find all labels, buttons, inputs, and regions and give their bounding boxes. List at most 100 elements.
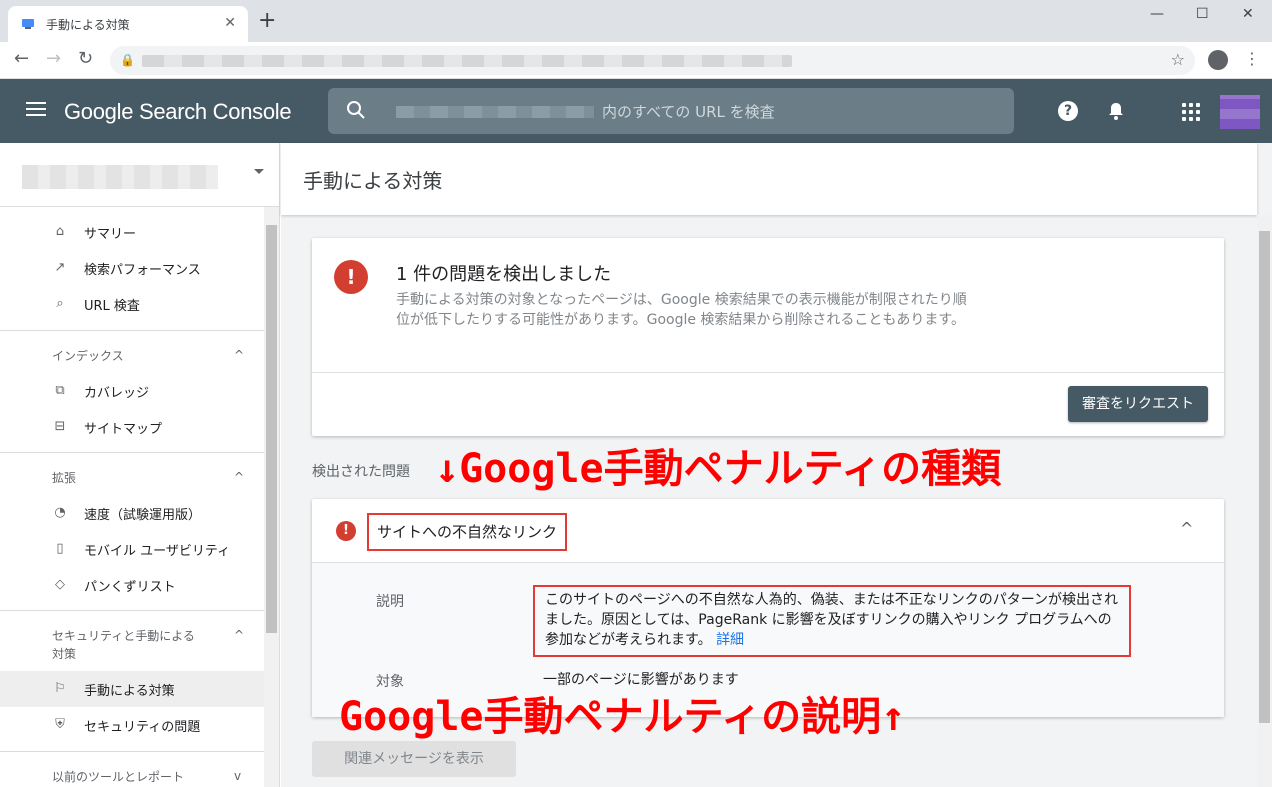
sidebar-item-label: パンくずリスト xyxy=(84,579,176,595)
phone-icon: ▯ xyxy=(56,541,64,556)
sitemap-icon: ⊟ xyxy=(54,419,66,434)
blurred-property-name xyxy=(22,165,218,189)
chevron-up-icon[interactable]: ^ xyxy=(1180,519,1193,538)
chevron-up-icon[interactable]: ^ xyxy=(234,628,244,642)
divider xyxy=(312,372,1224,373)
annotation-penalty-explanation: Google手動ペナルティの説明↑ xyxy=(339,694,906,740)
issue-name: サイトへの不自然なリンク xyxy=(367,513,568,551)
sidebar-item-label: セキュリティの問題 xyxy=(84,719,201,735)
forward-button[interactable]: → xyxy=(46,50,61,68)
sidebar-item-label: URL 検査 xyxy=(84,298,140,314)
detected-issues-label: 検出された問題 xyxy=(312,464,410,480)
blurred-property xyxy=(396,106,594,118)
bookmark-star-icon[interactable]: ☆ xyxy=(1171,50,1185,69)
issue-detail-header[interactable]: ! サイトへの不自然なリンク ^ xyxy=(312,499,1224,563)
page-title: 手動による対策 xyxy=(303,169,443,193)
target-value: 一部のページに影響があります xyxy=(543,672,739,688)
url-inspect-search[interactable]: 内のすべての URL を検査 xyxy=(328,88,1014,134)
maximize-button[interactable]: ☐ xyxy=(1196,6,1209,22)
tab-close-icon[interactable]: ✕ xyxy=(224,15,236,31)
scrollbar-thumb[interactable] xyxy=(1259,231,1270,723)
sidebar-item-performance[interactable]: ↗ 検索パフォーマンス xyxy=(0,250,264,286)
description-label: 説明 xyxy=(376,594,404,610)
main-content: 手動による対策 ! 1 件の問題を検出しました 手動による対策の対象となったペー… xyxy=(281,143,1272,787)
error-icon: ! xyxy=(336,521,356,541)
section-header-index[interactable]: インデックス xyxy=(52,347,252,365)
sidebar-item-url-inspection[interactable]: ⌕ URL 検査 xyxy=(0,286,264,322)
divider xyxy=(0,751,264,752)
chevron-down-icon xyxy=(254,169,264,174)
apps-grid-icon[interactable] xyxy=(1182,103,1200,121)
flag-icon: ⚐ xyxy=(54,681,66,696)
sidebar-item-mobile-usability[interactable]: ▯ モバイル ユーザビリティ xyxy=(0,531,264,567)
search-icon: ⌕ xyxy=(56,296,64,311)
sidebar-item-label: 手動による対策 xyxy=(84,683,175,699)
sidebar-item-summary[interactable]: ⌂ サマリー xyxy=(0,214,264,250)
browser-menu-icon[interactable]: ⋮ xyxy=(1244,49,1260,68)
hamburger-menu-icon[interactable] xyxy=(26,102,46,116)
section-header-legacy[interactable]: 以前のツールとレポート xyxy=(52,768,252,786)
lock-icon: 🔒 xyxy=(120,53,135,67)
sidebar-scrollbar[interactable] xyxy=(264,207,279,787)
profile-avatar-icon[interactable] xyxy=(1208,50,1228,70)
property-selector[interactable] xyxy=(0,143,279,207)
chevron-up-icon[interactable]: ^ xyxy=(234,348,244,362)
sidebar-item-label: モバイル ユーザビリティ xyxy=(84,543,231,559)
back-button[interactable]: ← xyxy=(14,50,29,68)
page-header: 手動による対策 xyxy=(281,143,1257,215)
sidebar-item-sitemaps[interactable]: ⊟ サイトマップ xyxy=(0,409,264,445)
chevron-up-icon[interactable]: ^ xyxy=(234,470,244,484)
scrollbar-thumb[interactable] xyxy=(266,225,277,633)
issue-explanation: このサイトのページへの不自然な人為的、偽装、または不正なリンクのパターンが検出さ… xyxy=(533,585,1131,657)
blurred-url xyxy=(142,55,792,67)
request-review-button[interactable]: 審査をリクエスト xyxy=(1068,386,1208,422)
search-placeholder: 内のすべての URL を検査 xyxy=(602,103,775,121)
sidebar-item-security-issues[interactable]: ⛨ セキュリティの問題 xyxy=(0,707,264,743)
layers-icon: ◇ xyxy=(55,577,65,592)
minimize-button[interactable]: — xyxy=(1150,6,1164,22)
sidebar-item-label: 検索パフォーマンス xyxy=(84,262,201,278)
sidebar-item-speed[interactable]: ◔ 速度（試験運用版） xyxy=(0,495,264,531)
trending-icon: ↗ xyxy=(54,260,66,275)
section-header-enhancements[interactable]: 拡張 xyxy=(52,469,252,487)
app-header: Google Search Console 内のすべての URL を検査 ? xyxy=(0,79,1272,143)
browser-toolbar: ← → ↻ 🔒 ☆ xyxy=(0,42,1272,79)
issue-count-title: 1 件の問題を検出しました xyxy=(396,264,612,285)
notifications-bell-icon[interactable] xyxy=(1106,101,1126,121)
description-text: このサイトのページへの不自然な人為的、偽装、または不正なリンクのパターンが検出さ… xyxy=(545,592,1119,648)
speed-icon: ◔ xyxy=(54,505,66,520)
main-scrollbar[interactable] xyxy=(1257,215,1272,787)
product-logo[interactable]: Google Search Console xyxy=(64,99,292,125)
view-related-messages-button[interactable]: 関連メッセージを表示 xyxy=(312,741,516,777)
new-tab-button[interactable]: + xyxy=(258,10,276,32)
divider xyxy=(0,452,264,453)
window-close-button[interactable]: ✕ xyxy=(1242,6,1254,22)
home-icon: ⌂ xyxy=(55,224,65,239)
learn-more-link[interactable]: 詳細 xyxy=(716,632,744,648)
sidebar-item-breadcrumbs[interactable]: ◇ パンくずリスト xyxy=(0,567,264,603)
shield-icon: ⛨ xyxy=(55,717,65,732)
issue-detail-card: ! サイトへの不自然なリンク ^ 説明 このサイトのページへの不自然な人為的、偽… xyxy=(312,499,1224,717)
target-label: 対象 xyxy=(376,674,404,690)
sidebar-item-label: サイトマップ xyxy=(84,421,163,437)
help-icon[interactable]: ? xyxy=(1058,101,1078,121)
address-bar[interactable]: 🔒 ☆ xyxy=(110,46,1195,75)
browser-tab-title: 手動による対策 xyxy=(46,17,130,32)
sidebar-item-label: サマリー xyxy=(84,226,137,242)
divider xyxy=(0,610,264,611)
search-console-favicon-icon xyxy=(20,16,36,32)
sidebar: ⌂ サマリー ↗ 検索パフォーマンス ⌕ URL 検査 インデックス ^ ⧉ カ… xyxy=(0,143,280,787)
browser-tab-bar: 手動による対策 ✕ + — ☐ ✕ xyxy=(0,0,1272,42)
section-header-security[interactable]: セキュリティと手動による 対策 xyxy=(52,627,252,663)
issue-description: 手動による対策の対象となったページは、Google 検索結果での表示機能が制限さ… xyxy=(396,292,967,328)
account-avatar[interactable] xyxy=(1220,95,1260,129)
reload-button[interactable]: ↻ xyxy=(78,50,93,68)
chevron-down-icon[interactable]: v xyxy=(234,769,241,783)
browser-tab[interactable]: 手動による対策 ✕ xyxy=(8,6,248,42)
sidebar-item-label: 速度（試験運用版） xyxy=(84,507,202,523)
issue-summary-card: ! 1 件の問題を検出しました 手動による対策の対象となったページは、Googl… xyxy=(312,238,1224,436)
sidebar-item-label: カバレッジ xyxy=(84,385,150,401)
sidebar-item-coverage[interactable]: ⧉ カバレッジ xyxy=(0,373,264,409)
sidebar-item-manual-actions[interactable]: ⚐ 手動による対策 xyxy=(0,671,264,707)
divider xyxy=(0,330,264,331)
